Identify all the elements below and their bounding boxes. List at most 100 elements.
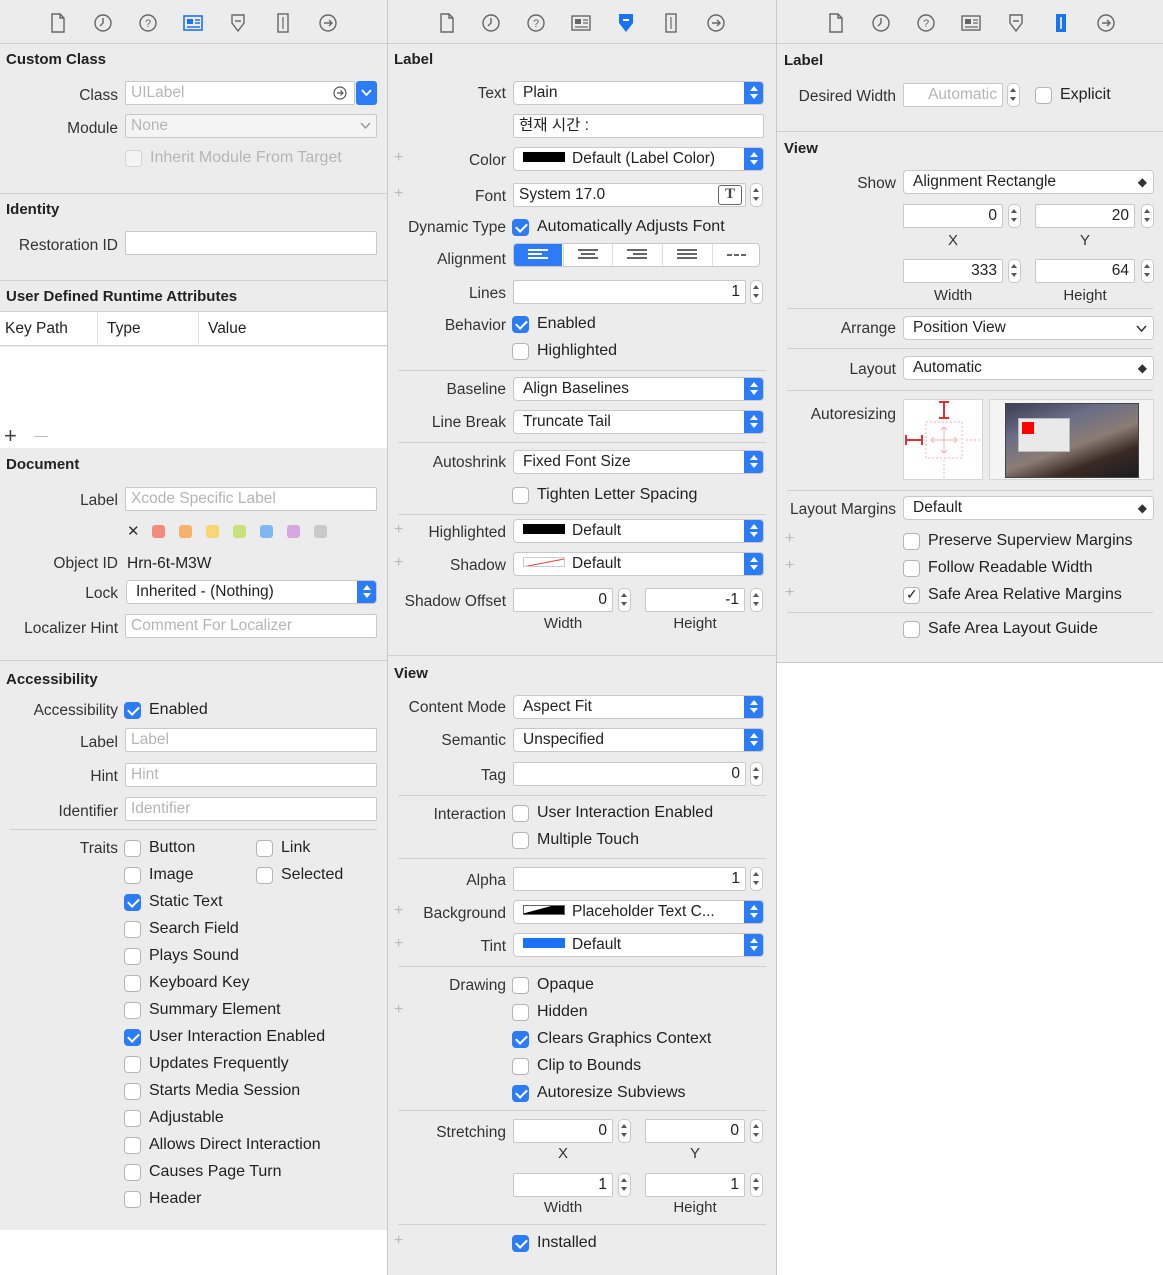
attributes-icon[interactable] [227,12,249,34]
line-break-popup[interactable]: Truncate Tail [513,410,764,434]
frame-y-field[interactable]: 20 [1035,204,1135,228]
autoresizing-mask-editor[interactable] [903,399,983,480]
layout-popup[interactable]: Automatic ◆ [903,356,1154,380]
text-type-popup[interactable]: Plain [513,81,764,105]
trait-summary-checkbox[interactable] [124,1002,141,1019]
clip-to-bounds-checkbox[interactable] [512,1058,529,1075]
trait-static-text-checkbox[interactable] [124,894,141,911]
frame-width-stepper[interactable] [1008,259,1021,283]
trait-button-checkbox[interactable] [124,840,141,857]
add-attribute-button[interactable]: + [4,423,17,449]
text-value-field[interactable]: 현재 시간 : [513,114,764,138]
connections-icon[interactable] [705,12,727,34]
go-to-class-icon[interactable] [333,86,347,100]
col-value[interactable]: Value [208,320,247,338]
help-icon[interactable]: ? [137,12,159,34]
runtime-table-body[interactable]: + — [0,347,387,448]
autoshrink-popup[interactable]: Fixed Font Size [513,450,764,474]
add-variation-button[interactable]: + [785,557,794,575]
attributes-icon[interactable] [615,12,637,34]
multiple-touch-checkbox[interactable] [512,832,529,849]
stretch-y-field[interactable]: 0 [645,1119,745,1143]
stretch-width-stepper[interactable] [618,1173,631,1197]
restoration-id-field[interactable] [125,231,377,255]
align-center-segment[interactable] [563,244,612,266]
add-variation-button[interactable]: + [394,1001,403,1019]
tag-blue[interactable] [260,525,273,538]
lines-field[interactable]: 1 [513,280,746,304]
inherit-module-checkbox[interactable] [125,150,142,167]
acc-hint-field[interactable]: Hint [125,763,377,787]
frame-x-field[interactable]: 0 [903,204,1003,228]
font-picker-icon[interactable]: T [718,185,742,205]
clears-graphics-checkbox[interactable] [512,1031,529,1048]
stretch-x-stepper[interactable] [618,1119,631,1143]
history-icon[interactable] [870,12,892,34]
semantic-popup[interactable]: Unspecified [513,728,764,752]
dynamic-type-checkbox[interactable] [512,219,529,236]
preserve-margins-checkbox[interactable] [903,533,920,550]
shadow-popup[interactable]: Default [513,552,764,576]
safe-area-margins-checkbox[interactable] [903,586,920,604]
module-field[interactable]: None [125,114,377,138]
show-popup[interactable]: Alignment Rectangle ◆ [903,170,1154,194]
arrange-popup[interactable]: Position View [903,316,1154,340]
layout-margins-popup[interactable]: Default ◆ [903,496,1154,520]
remove-attribute-button[interactable]: — [34,427,48,443]
doc-label-field[interactable]: Xcode Specific Label [125,487,377,511]
add-variation-button[interactable]: + [394,1232,403,1250]
trait-header-checkbox[interactable] [124,1191,141,1208]
identity-icon[interactable] [570,12,592,34]
trait-selected-checkbox[interactable] [256,867,273,884]
alpha-stepper[interactable] [750,867,763,891]
shadow-offset-width-field[interactable]: 0 [513,588,613,612]
readable-width-checkbox[interactable] [903,560,920,577]
alpha-field[interactable]: 1 [513,867,746,891]
align-left-segment[interactable] [514,244,562,266]
shadow-offset-height-stepper[interactable] [750,588,763,612]
behavior-enabled-checkbox[interactable] [512,316,529,333]
stretch-y-stepper[interactable] [750,1119,763,1143]
tag-green[interactable] [233,525,246,538]
trait-image-checkbox[interactable] [124,867,141,884]
tag-field[interactable]: 0 [513,762,746,786]
add-variation-button[interactable]: + [785,530,794,548]
align-right-segment[interactable] [612,244,661,266]
size-icon[interactable] [272,12,294,34]
trait-search-field-checkbox[interactable] [124,921,141,938]
shadow-offset-width-stepper[interactable] [618,588,631,612]
tag-gray[interactable] [314,525,327,538]
installed-checkbox[interactable] [512,1235,529,1252]
lock-popup[interactable]: Inherited - (Nothing) [126,580,377,604]
align-natural-segment[interactable] [712,244,759,266]
tighten-spacing-checkbox[interactable] [512,487,529,504]
tag-purple[interactable] [287,525,300,538]
history-icon[interactable] [480,12,502,34]
behavior-highlighted-checkbox[interactable] [512,343,529,360]
desired-width-field[interactable]: Automatic [903,83,1003,107]
clear-color-tag-button[interactable]: ✕ [127,522,140,540]
desired-width-stepper[interactable] [1007,83,1020,107]
tag-orange[interactable] [179,525,192,538]
trait-adjustable-checkbox[interactable] [124,1110,141,1127]
user-interaction-checkbox[interactable] [512,805,529,822]
identity-icon[interactable] [182,12,204,34]
tag-red[interactable] [152,525,165,538]
help-icon[interactable]: ? [915,12,937,34]
stretch-height-field[interactable]: 1 [645,1173,745,1197]
tag-stepper[interactable] [750,762,763,786]
background-popup[interactable]: Placeholder Text C... [513,900,764,924]
baseline-popup[interactable]: Align Baselines [513,377,764,401]
help-icon[interactable]: ? [525,12,547,34]
class-dropdown-button[interactable] [356,81,377,105]
explicit-checkbox[interactable] [1035,87,1052,104]
frame-height-stepper[interactable] [1141,259,1154,283]
localizer-hint-field[interactable]: Comment For Localizer [125,614,377,638]
frame-y-stepper[interactable] [1141,204,1154,228]
size-icon[interactable] [1050,12,1072,34]
acc-label-field[interactable]: Label [125,728,377,752]
frame-x-stepper[interactable] [1008,204,1021,228]
add-variation-button[interactable]: + [785,584,794,602]
class-field[interactable]: UILabel [125,81,355,105]
col-keypath[interactable]: Key Path [5,320,68,338]
